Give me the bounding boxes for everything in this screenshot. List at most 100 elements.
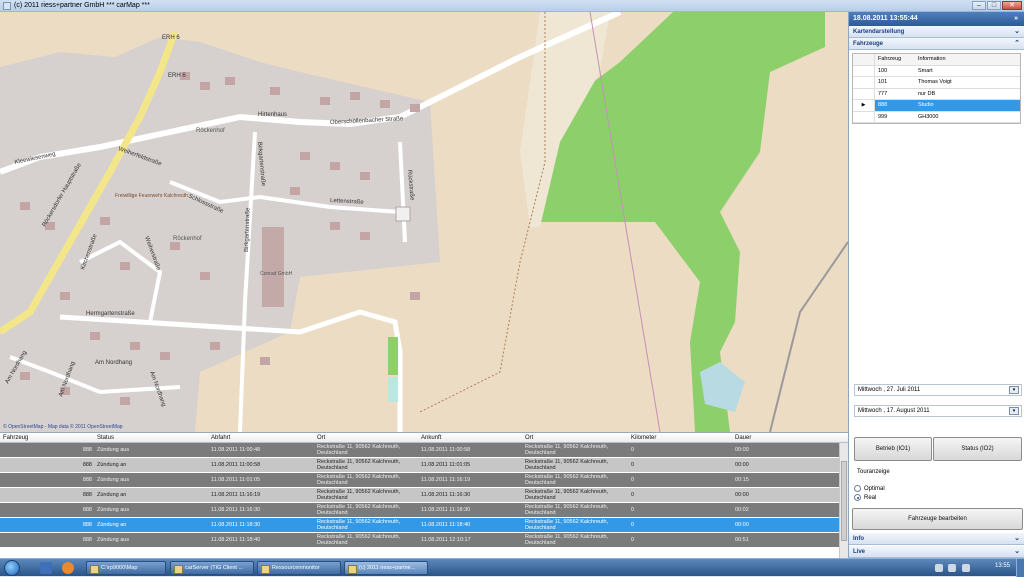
- taskbar-item[interactable]: Ressourcenmonitor: [257, 561, 341, 575]
- collapse-panel-icon[interactable]: »: [1014, 12, 1018, 26]
- cell: 0: [631, 537, 635, 543]
- column-header[interactable]: Dauer: [732, 433, 832, 442]
- betrieb-button[interactable]: Betrieb (IO1): [854, 437, 932, 461]
- start-button[interactable]: [4, 560, 20, 576]
- column-header[interactable]: Ort: [522, 433, 628, 442]
- radio-optimal[interactable]: Optimal: [854, 485, 885, 492]
- railway: [769, 241, 848, 432]
- radio-real[interactable]: Real: [854, 494, 876, 501]
- map-canvas[interactable]: Kleewiesenweg Röckersdorfer Hauptstraße …: [0, 12, 848, 432]
- cell: Reckstraße 11, 90562 Kalchreuth, Deutsch…: [317, 504, 401, 516]
- cell: 11.08.2011 11:00:58: [211, 462, 261, 468]
- vehicle-row[interactable]: 777 nur DB: [853, 88, 1020, 100]
- grid-scrollbar[interactable]: [839, 443, 848, 558]
- ie-icon[interactable]: [40, 562, 52, 574]
- cell: Reckstraße 11, 90562 Kalchreuth, Deutsch…: [525, 519, 609, 531]
- radio-circle-icon[interactable]: [854, 485, 861, 492]
- vehicle-row[interactable]: 999 GH3000: [853, 111, 1020, 123]
- cell: 0: [631, 492, 635, 498]
- table-row[interactable]: 888 Zündung an 11.08.2011 11:00:58 Reckstra…: [0, 458, 839, 473]
- cell: 11.08.2011 11:18:40: [211, 537, 261, 543]
- table-row[interactable]: 888 Zündung aus 11.08.2011 11:01:05 Reckstr…: [0, 473, 839, 488]
- calendar-dropdown-icon[interactable]: ▾: [1009, 407, 1019, 415]
- cell: Reckstraße 11, 90562 Kalchreuth, Deutsch…: [317, 519, 401, 531]
- calendar-dropdown-icon[interactable]: ▾: [1009, 386, 1019, 394]
- flag-icon[interactable]: [948, 564, 956, 572]
- map-label: ERH 6: [168, 73, 186, 79]
- taskbar-item[interactable]: carServer (TIG Client ...: [170, 561, 254, 575]
- map-label: Hermgartenstraße: [86, 311, 135, 317]
- cell: 888: [82, 522, 92, 528]
- taskbar-item-active[interactable]: (c) 2011 riess+partne...: [344, 561, 428, 575]
- cell: 0: [631, 507, 635, 513]
- map-label: ERH 6: [162, 35, 180, 41]
- date-from-picker[interactable]: Mittwoch , 27. Juli 2011 ▾: [854, 384, 1022, 396]
- cell: Reckstraße 11, 90562 Kalchreuth, Deutsch…: [525, 459, 609, 471]
- cell: 11.08.2011 11:18:30: [421, 507, 471, 513]
- section-fahrzeuge[interactable]: Fahrzeuge ⌃: [849, 38, 1024, 50]
- table-row[interactable]: 888 Zündung aus 11.08.2011 11:16:30 Reckstr…: [0, 503, 839, 518]
- clock[interactable]: 13:55: [995, 563, 1010, 569]
- network-icon[interactable]: [935, 564, 943, 572]
- cell: 0: [631, 522, 635, 528]
- cell: 0: [631, 477, 635, 483]
- cell: Reckstraße 11, 90562 Kalchreuth, Deutsch…: [525, 504, 609, 516]
- table-row[interactable]: 888 Zündung aus 11.08.2011 11:00:48 Reckstr…: [0, 443, 839, 458]
- section-title: Live: [853, 549, 866, 555]
- status-button[interactable]: Status (IO2): [933, 437, 1022, 461]
- minimize-button[interactable]: –: [972, 1, 986, 10]
- table-row[interactable]: 888 Zündung an 11.08.2011 11:16:19 Reckstra…: [0, 488, 839, 503]
- section-info[interactable]: Info ⌄: [849, 533, 1024, 545]
- cell: 11.08.2011 12:10:17: [421, 537, 471, 543]
- cell: 888: [82, 537, 92, 543]
- column-header[interactable]: Information: [915, 56, 1020, 62]
- column-header[interactable]: Fahrzeug: [875, 56, 915, 62]
- vehicle-info: Studio: [918, 102, 934, 109]
- map-view[interactable]: Kleewiesenweg Röckersdorfer Hauptstraße …: [0, 12, 848, 432]
- cell: 888: [82, 477, 92, 483]
- vehicle-row-selected[interactable]: ▶ 888 Studio: [853, 100, 1020, 112]
- chevron-up-icon: ⌃: [1014, 40, 1020, 47]
- app-icon: [3, 1, 11, 10]
- scrollbar-thumb[interactable]: [841, 461, 847, 541]
- vehicle-id: 101: [878, 79, 888, 86]
- column-header[interactable]: Status: [94, 433, 208, 442]
- show-desktop-button[interactable]: [1016, 559, 1024, 577]
- trip-grid[interactable]: Fahrzeug Status Abfahrt Ort Ankunft Ort …: [0, 432, 848, 558]
- section-kartendarstellung[interactable]: Kartendarstellung ⌄: [849, 26, 1024, 38]
- vehicle-table-header: Fahrzeug Information: [853, 54, 1020, 66]
- vehicle-info: nur DB: [918, 90, 936, 97]
- edit-vehicles-button[interactable]: Fahrzeuge bearbeiten: [852, 508, 1023, 530]
- cell: 11.08.2011 11:00:48: [211, 447, 261, 453]
- section-title: Info: [853, 536, 864, 542]
- column-header[interactable]: Ort: [314, 433, 418, 442]
- column-header[interactable]: Abfahrt: [208, 433, 314, 442]
- playground: [388, 377, 398, 402]
- vehicle-table[interactable]: Fahrzeug Information 100 Smart 101 Thoma…: [852, 53, 1021, 124]
- vehicle-row[interactable]: 100 Smart: [853, 65, 1020, 77]
- date-to-picker[interactable]: Mittwoch , 17. August 2011 ▾: [854, 405, 1022, 417]
- cell: Reckstraße 11, 90562 Kalchreuth, Deutsch…: [317, 459, 401, 471]
- tourenanzeige-label: Touranzeige: [857, 469, 890, 475]
- cell: 11.08.2011 11:16:19: [211, 492, 261, 498]
- date-from-value: Mittwoch , 27. Juli 2011: [858, 387, 921, 393]
- close-button[interactable]: ✕: [1002, 1, 1022, 10]
- column-header[interactable]: Ankunft: [418, 433, 522, 442]
- cell: 11.08.2011 11:01:05: [421, 462, 471, 468]
- taskbar-item[interactable]: C:\rp9000\Map: [86, 561, 166, 575]
- column-header[interactable]: Kilometer: [628, 433, 732, 442]
- vehicle-info: Thomas Voigt: [918, 79, 952, 86]
- table-row-selected[interactable]: 888 Zündung an 11.08.2011 11:18:30 Reckstra…: [0, 518, 839, 533]
- column-header[interactable]: Fahrzeug: [0, 433, 94, 442]
- map-attribution[interactable]: © OpenStreetMap - Map data © 2011 OpenSt…: [3, 424, 123, 430]
- volume-icon[interactable]: [962, 564, 970, 572]
- cell: 11.08.2011 11:18:40: [421, 522, 471, 528]
- cell: 00:15: [735, 477, 749, 483]
- cell: 11.08.2011 11:01:05: [211, 477, 261, 483]
- maximize-button[interactable]: □: [987, 1, 1001, 10]
- vehicle-row[interactable]: 101 Thomas Voigt: [853, 77, 1020, 89]
- section-live[interactable]: Live ⌄: [849, 546, 1024, 558]
- radio-checked-icon[interactable]: [854, 494, 861, 501]
- table-row[interactable]: 888 Zündung aus 11.08.2011 11:18:40 Reckstr…: [0, 533, 839, 548]
- firefox-icon[interactable]: [62, 562, 74, 574]
